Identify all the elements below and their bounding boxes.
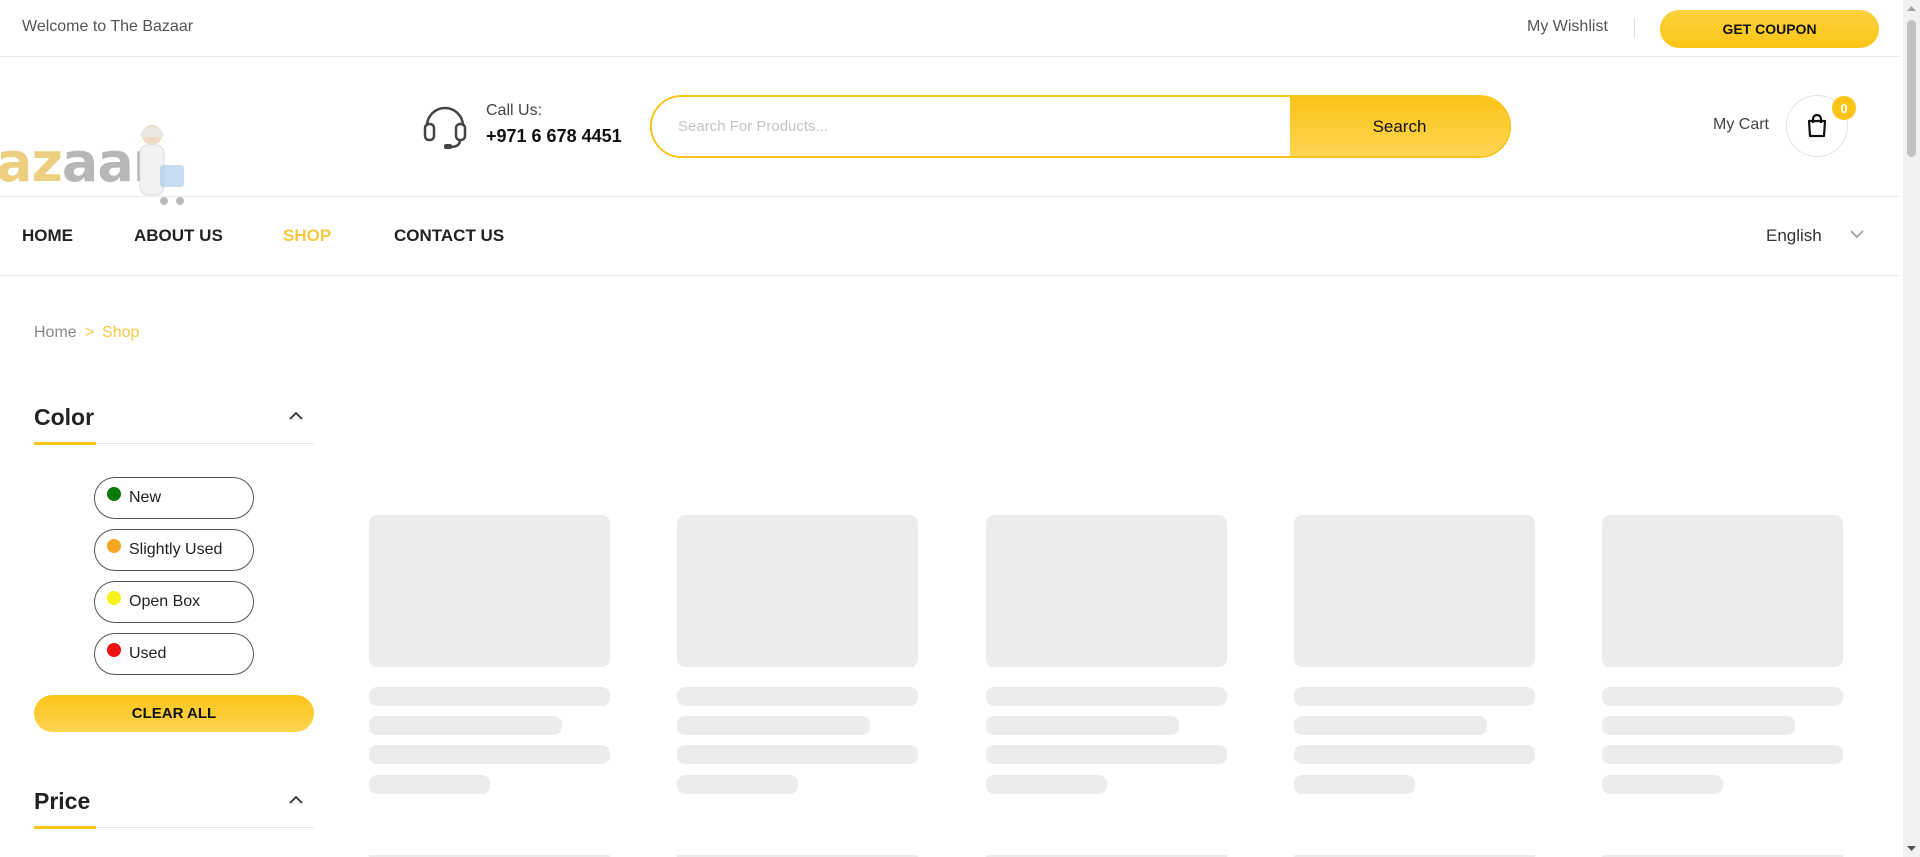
chevron-up-icon[interactable] xyxy=(288,410,304,422)
search-input[interactable] xyxy=(652,97,1290,156)
skeleton-line xyxy=(677,775,798,794)
call-us-label: Call Us: xyxy=(486,102,543,119)
breadcrumb: Home > Shop xyxy=(34,324,139,342)
skeleton-line xyxy=(369,687,610,706)
cart-count-badge: 0 xyxy=(1832,96,1856,120)
skeleton-image xyxy=(1294,515,1535,667)
scrollbar-thumb[interactable] xyxy=(1907,20,1916,157)
skeleton-line xyxy=(1602,745,1843,764)
status-dot xyxy=(107,591,121,605)
skeleton-image xyxy=(1602,515,1843,667)
skeleton-line xyxy=(1602,687,1843,706)
chip-label: New xyxy=(129,489,162,506)
scroll-down-icon[interactable] xyxy=(1906,845,1917,853)
headset-icon xyxy=(423,106,467,149)
skeleton-line xyxy=(1294,745,1535,764)
skeleton-line xyxy=(369,775,490,794)
price-filter-title: Price xyxy=(34,788,91,814)
skeleton-image xyxy=(677,515,918,667)
my-cart-label[interactable]: My Cart xyxy=(1713,116,1769,134)
skeleton-line xyxy=(986,716,1179,735)
color-filter-header[interactable]: Color xyxy=(34,404,314,445)
skeleton-image xyxy=(369,515,610,667)
chip-label: Slightly Used xyxy=(129,541,223,558)
logo-mascot-icon xyxy=(139,125,184,205)
bazaar-logo[interactable]: azaar xyxy=(0,87,200,205)
skeleton-line xyxy=(677,716,870,735)
skeleton-line xyxy=(986,687,1227,706)
nav-contact-us[interactable]: CONTACT US xyxy=(394,226,504,246)
color-filter-title: Color xyxy=(34,404,95,430)
skeleton-line xyxy=(677,687,918,706)
topbar-divider xyxy=(1634,18,1635,38)
skeleton-line xyxy=(369,716,562,735)
chip-label: Open Box xyxy=(129,593,201,610)
skeleton-line xyxy=(986,745,1227,764)
filter-title-underline xyxy=(34,826,96,829)
skeleton-image xyxy=(986,515,1227,667)
scroll-up-icon[interactable] xyxy=(1906,4,1917,12)
phone-number[interactable]: +971 6 678 4451 xyxy=(486,126,622,147)
color-option-slightly-used[interactable]: Slightly Used xyxy=(94,529,254,571)
skeleton-line xyxy=(986,775,1107,794)
nav-home[interactable]: HOME xyxy=(22,226,73,246)
status-dot xyxy=(107,487,121,501)
skeleton-line xyxy=(1602,716,1795,735)
welcome-text: Welcome to The Bazaar xyxy=(22,18,194,35)
search-button[interactable]: Search xyxy=(1290,97,1509,156)
filter-title-underline xyxy=(34,442,96,445)
search-bar: Search xyxy=(650,95,1511,158)
clear-all-button[interactable]: CLEAR ALL xyxy=(34,695,314,732)
top-bar: Welcome to The Bazaar My Wishlist GET CO… xyxy=(0,0,1900,57)
wishlist-link[interactable]: My Wishlist xyxy=(1527,18,1608,36)
chevron-down-icon[interactable] xyxy=(1848,227,1866,241)
language-selector[interactable]: English xyxy=(1766,226,1822,246)
skeleton-line xyxy=(369,745,610,764)
breadcrumb-home[interactable]: Home xyxy=(34,324,77,341)
status-dot xyxy=(107,539,121,553)
breadcrumb-separator: > xyxy=(84,324,95,341)
shopping-bag-icon xyxy=(1807,114,1827,138)
nav-about-us[interactable]: ABOUT US xyxy=(134,226,223,246)
chip-label: Used xyxy=(129,645,167,662)
skeleton-line xyxy=(1294,716,1487,735)
skeleton-line xyxy=(1294,775,1415,794)
price-filter-header[interactable]: Price xyxy=(34,788,314,829)
skeleton-line xyxy=(1294,687,1535,706)
chevron-up-icon[interactable] xyxy=(288,794,304,806)
color-option-used[interactable]: Used xyxy=(94,633,254,675)
nav-shop[interactable]: SHOP xyxy=(283,226,331,246)
get-coupon-button[interactable]: GET COUPON xyxy=(1660,10,1879,48)
site-header: azaar Call Us: +971 6 678 4451 Search My… xyxy=(0,57,1900,205)
color-option-open-box[interactable]: Open Box xyxy=(94,581,254,623)
main-nav: HOME ABOUT US SHOP CONTACT US English xyxy=(0,197,1900,276)
breadcrumb-current: Shop xyxy=(102,324,140,341)
skeleton-line xyxy=(677,745,918,764)
status-dot xyxy=(107,643,121,657)
skeleton-line xyxy=(1602,775,1723,794)
color-option-new[interactable]: New xyxy=(94,477,254,519)
